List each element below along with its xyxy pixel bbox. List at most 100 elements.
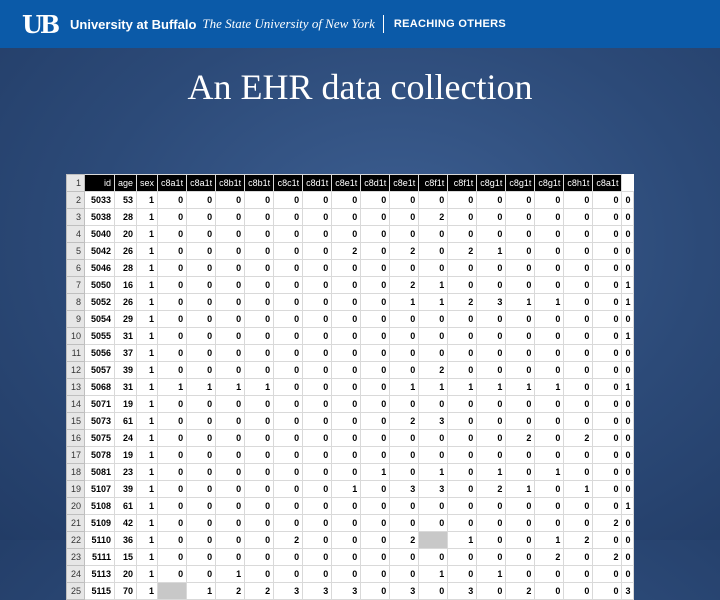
table-cell[interactable]: 0	[505, 225, 536, 243]
table-cell[interactable]: 0	[215, 395, 246, 413]
table-cell[interactable]: 0	[360, 480, 391, 498]
table-cell[interactable]: 0	[157, 242, 188, 260]
table-cell[interactable]: 0	[476, 531, 507, 549]
table-cell[interactable]: 28	[113, 208, 138, 226]
table-cell[interactable]: 0	[244, 548, 275, 566]
table-cell[interactable]: 0	[534, 327, 565, 345]
table-cell[interactable]: 0	[360, 429, 391, 447]
table-cell[interactable]: 5107	[84, 480, 115, 498]
table-cell[interactable]: 70	[113, 582, 138, 600]
table-cell[interactable]: 0	[302, 565, 333, 583]
table-cell[interactable]: 0	[273, 548, 304, 566]
table-cell[interactable]: 0	[273, 225, 304, 243]
row-number[interactable]: 4	[66, 225, 85, 243]
table-cell[interactable]: 0	[215, 412, 246, 430]
table-cell[interactable]: 0	[244, 259, 275, 277]
table-cell[interactable]: 1	[331, 480, 362, 498]
table-cell[interactable]: 1	[136, 480, 159, 498]
table-cell[interactable]: 0	[186, 446, 217, 464]
table-cell[interactable]: 0	[157, 446, 188, 464]
table-cell[interactable]: 0	[186, 565, 217, 583]
table-cell[interactable]: 0	[621, 446, 635, 464]
table-cell[interactable]: 0	[418, 548, 449, 566]
table-cell[interactable]: 0	[302, 293, 333, 311]
row-number[interactable]: 13	[66, 378, 85, 396]
table-cell[interactable]: 1	[136, 378, 159, 396]
table-cell[interactable]: 0	[592, 378, 623, 396]
table-cell[interactable]: 0	[418, 344, 449, 362]
table-cell[interactable]: 0	[331, 276, 362, 294]
table-cell[interactable]: 0	[186, 531, 217, 549]
table-cell[interactable]: 0	[331, 225, 362, 243]
table-cell[interactable]: 0	[389, 446, 420, 464]
table-cell[interactable]: 0	[302, 208, 333, 226]
table-cell[interactable]: 0	[360, 497, 391, 515]
table-cell[interactable]: 0	[302, 395, 333, 413]
table-cell[interactable]: 1	[621, 497, 635, 515]
table-cell[interactable]: 2	[476, 480, 507, 498]
table-cell[interactable]: 0	[244, 225, 275, 243]
table-cell[interactable]: 0	[157, 225, 188, 243]
table-cell[interactable]: 0	[302, 327, 333, 345]
table-cell[interactable]: 0	[331, 446, 362, 464]
row-number[interactable]: 21	[66, 514, 85, 532]
table-cell[interactable]: 0	[592, 412, 623, 430]
table-cell[interactable]: 1	[389, 378, 420, 396]
table-cell[interactable]: 0	[447, 191, 478, 209]
table-cell[interactable]: 0	[186, 361, 217, 379]
table-cell[interactable]: 3	[476, 293, 507, 311]
table-cell[interactable]: 1	[136, 327, 159, 345]
table-cell[interactable]: 0	[389, 463, 420, 481]
table-cell[interactable]: 0	[621, 242, 635, 260]
table-cell[interactable]: 0	[563, 582, 594, 600]
table-cell[interactable]: 0	[360, 327, 391, 345]
table-cell[interactable]: 0	[476, 225, 507, 243]
table-cell[interactable]: 1	[476, 463, 507, 481]
table-cell[interactable]: 0	[360, 531, 391, 549]
table-cell[interactable]: 0	[592, 531, 623, 549]
table-cell[interactable]: 0	[563, 344, 594, 362]
table-cell[interactable]: 0	[447, 276, 478, 294]
table-cell[interactable]: 0	[157, 480, 188, 498]
row-number[interactable]: 16	[66, 429, 85, 447]
table-cell[interactable]: 0	[621, 225, 635, 243]
table-cell[interactable]: 0	[389, 327, 420, 345]
table-cell[interactable]: 0	[157, 276, 188, 294]
column-header[interactable]: c8h1t	[563, 174, 594, 192]
table-cell[interactable]: 0	[273, 310, 304, 328]
table-cell[interactable]: 3	[331, 582, 362, 600]
table-cell[interactable]: 1	[476, 378, 507, 396]
table-cell[interactable]: 0	[389, 395, 420, 413]
table-cell[interactable]: 61	[113, 412, 138, 430]
table-cell[interactable]: 0	[418, 191, 449, 209]
table-cell[interactable]: 0	[505, 463, 536, 481]
table-cell[interactable]: 0	[244, 429, 275, 447]
table-cell[interactable]: 0	[621, 531, 635, 549]
table-cell[interactable]: 0	[244, 293, 275, 311]
table-cell[interactable]: 0	[447, 548, 478, 566]
table-cell[interactable]: 0	[360, 191, 391, 209]
table-cell[interactable]: 19	[113, 446, 138, 464]
table-cell[interactable]: 0	[592, 310, 623, 328]
table-cell[interactable]: 0	[476, 208, 507, 226]
column-header[interactable]: c8b1t	[215, 174, 246, 192]
table-cell[interactable]: 5056	[84, 344, 115, 362]
table-cell[interactable]: 0	[621, 259, 635, 277]
table-cell[interactable]: 19	[113, 395, 138, 413]
table-cell[interactable]: 2	[418, 208, 449, 226]
table-cell[interactable]: 0	[447, 310, 478, 328]
row-number[interactable]: 8	[66, 293, 85, 311]
table-cell[interactable]: 0	[563, 565, 594, 583]
table-cell[interactable]: 0	[273, 395, 304, 413]
table-cell[interactable]: 0	[476, 395, 507, 413]
table-cell[interactable]: 0	[563, 514, 594, 532]
table-cell[interactable]: 0	[505, 548, 536, 566]
table-cell[interactable]: 0	[592, 191, 623, 209]
table-cell[interactable]: 0	[215, 225, 246, 243]
row-number[interactable]: 5	[66, 242, 85, 260]
table-cell[interactable]: 0	[331, 208, 362, 226]
table-cell[interactable]: 1	[418, 293, 449, 311]
table-cell[interactable]: 3	[418, 412, 449, 430]
table-cell[interactable]: 1	[136, 446, 159, 464]
table-cell[interactable]: 0	[273, 446, 304, 464]
